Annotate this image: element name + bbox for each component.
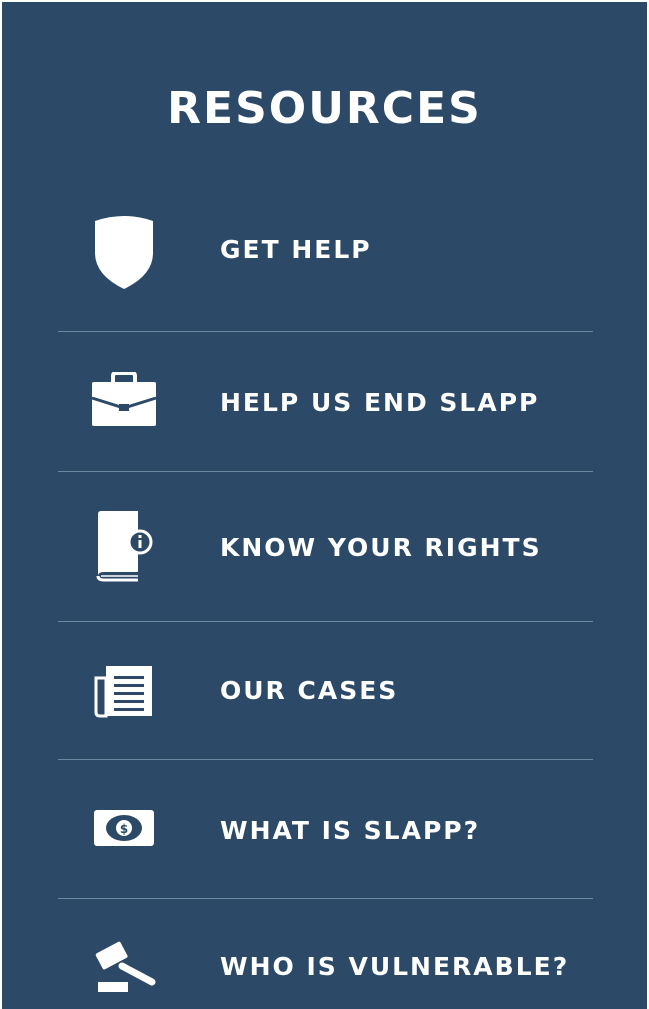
resource-item-who-is-vulnerable[interactable]: WHO IS VULNERABLE? xyxy=(58,928,593,1006)
svg-text:$: $ xyxy=(120,822,128,836)
divider xyxy=(58,759,593,760)
resource-item-label: WHAT IS SLAPP? xyxy=(220,816,481,845)
resource-item-get-help[interactable]: GET HELP xyxy=(58,205,593,295)
resource-item-what-is-slapp[interactable]: $ WHAT IS SLAPP? xyxy=(58,790,593,870)
divider xyxy=(58,471,593,472)
resource-item-label: HELP US END SLAPP xyxy=(220,388,540,417)
resource-item-label: OUR CASES xyxy=(220,676,399,705)
book-info-icon xyxy=(84,509,164,583)
resource-item-our-cases[interactable]: OUR CASES xyxy=(58,652,593,732)
shield-icon xyxy=(84,205,164,295)
gavel-icon xyxy=(84,936,164,996)
divider xyxy=(58,621,593,622)
resource-item-label: KNOW YOUR RIGHTS xyxy=(220,533,542,562)
resources-title: RESOURCES xyxy=(167,83,482,134)
resource-item-label: WHO IS VULNERABLE? xyxy=(220,952,570,981)
divider xyxy=(58,898,593,899)
dollar-bill-icon: $ xyxy=(84,798,164,858)
divider xyxy=(58,331,593,332)
briefcase-icon xyxy=(84,370,164,430)
resource-item-know-your-rights[interactable]: KNOW YOUR RIGHTS xyxy=(58,503,593,587)
resource-item-label: GET HELP xyxy=(220,235,372,264)
resource-item-help-us-end-slapp[interactable]: HELP US END SLAPP xyxy=(58,362,593,442)
newspaper-icon xyxy=(84,660,164,724)
